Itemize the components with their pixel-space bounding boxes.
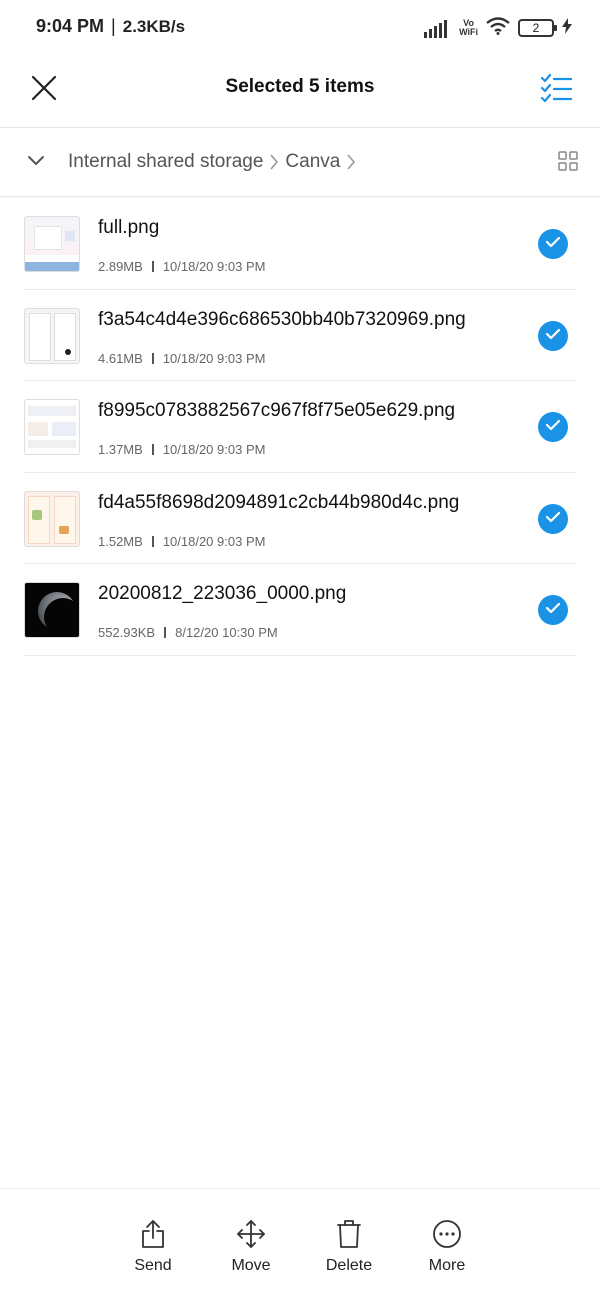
check-icon (545, 418, 561, 436)
file-meta: 2.89MB 10/18/20 9:03 PM (98, 259, 265, 274)
page-title: Selected 5 items (225, 76, 375, 97)
file-thumbnail (24, 307, 80, 364)
status-bar: 9:04 PM | 2.3KB/s Vo WiFi 2 (0, 0, 600, 56)
move-label: Move (231, 1257, 271, 1274)
send-button[interactable]: Send (113, 1217, 193, 1275)
list-item[interactable]: f3a54c4d4e396c686530bb40b7320969.png 4.6… (24, 290, 576, 382)
delete-button[interactable]: Delete (309, 1217, 389, 1275)
more-label: More (428, 1257, 466, 1274)
select-all-icon (540, 73, 573, 107)
vowifi-icon: Vo WiFi (459, 19, 478, 37)
checkbox-checked[interactable] (538, 229, 568, 259)
file-meta: 4.61MB 10/18/20 9:03 PM (98, 351, 265, 366)
chevron-right-icon (269, 153, 279, 171)
file-name: fd4a55f8698d2094891c2cb44b980d4c.png (98, 491, 460, 513)
vowifi-bottom-text: WiFi (459, 27, 478, 37)
checkbox-checked[interactable] (538, 503, 568, 534)
check-icon (545, 327, 561, 345)
file-size: 4.61MB (98, 350, 143, 366)
chevron-right-icon (346, 153, 356, 171)
breadcrumb-item-canva[interactable]: Canva (285, 151, 340, 173)
checkbox-checked[interactable] (538, 320, 568, 351)
file-meta: 1.52MB 10/18/20 9:03 PM (98, 534, 265, 549)
breadcrumb: Internal shared storage Canva (68, 151, 362, 173)
file-date: 10/18/20 9:03 PM (162, 442, 266, 458)
trash-icon (309, 1217, 389, 1251)
file-name: f3a54c4d4e396c686530bb40b7320969.png (98, 308, 466, 330)
file-name: 20200812_223036_0000.png (98, 583, 347, 605)
checkbox-checked[interactable] (538, 595, 568, 626)
move-icon (211, 1217, 291, 1251)
move-button[interactable]: Move (211, 1217, 291, 1275)
status-icons: Vo WiFi 2 (424, 15, 572, 41)
file-thumbnail (24, 216, 80, 272)
file-date: 10/18/20 9:03 PM (162, 259, 266, 274)
delete-label: Delete (325, 1257, 373, 1274)
action-bar: Send Move Delete More (0, 1188, 600, 1300)
file-date: 8/12/20 10:30 PM (175, 625, 278, 641)
select-all-button[interactable] (534, 68, 578, 112)
file-size: 2.89MB (98, 259, 143, 274)
status-time: 9:04 PM (36, 16, 105, 36)
file-size: 1.37MB (98, 442, 143, 458)
file-size: 1.52MB (98, 533, 143, 549)
breadcrumb-item-internal-storage[interactable]: Internal shared storage (68, 151, 263, 173)
file-name: f8995c0783882567c967f8f75e05e629.png (98, 400, 456, 422)
list-item[interactable]: full.png 2.89MB 10/18/20 9:03 PM (24, 198, 576, 290)
check-icon (545, 235, 561, 253)
more-button[interactable]: More (407, 1217, 487, 1275)
signal-icon (424, 18, 449, 38)
selection-toolbar: Selected 5 items (0, 56, 600, 128)
expand-path-button[interactable] (22, 149, 50, 177)
list-item[interactable]: 20200812_223036_0000.png 552.93KB 8/12/2… (24, 564, 576, 656)
send-label: Send (134, 1257, 172, 1274)
battery-level: 2 (532, 21, 540, 35)
status-left: 9:04 PM | 2.3KB/s (36, 16, 185, 37)
file-size: 552.93KB (98, 625, 156, 641)
charging-icon (562, 17, 572, 39)
file-thumbnail (24, 582, 80, 639)
list-item[interactable]: fd4a55f8698d2094891c2cb44b980d4c.png 1.5… (24, 473, 576, 565)
file-date: 10/18/20 9:03 PM (162, 533, 266, 549)
file-name: full.png (98, 217, 160, 238)
grid-icon (558, 150, 578, 176)
list-item[interactable]: f8995c0783882567c967f8f75e05e629.png 1.3… (24, 381, 576, 473)
file-thumbnail (24, 490, 80, 547)
battery-icon: 2 (518, 19, 557, 37)
status-separator: | (111, 16, 116, 36)
check-icon (545, 510, 561, 528)
chevron-down-icon (27, 154, 45, 172)
share-icon (113, 1217, 193, 1251)
file-thumbnail (24, 399, 80, 456)
breadcrumb-bar: Internal shared storage Canva (0, 129, 600, 197)
more-icon (407, 1217, 487, 1251)
wifi-icon (486, 16, 510, 40)
file-list: full.png 2.89MB 10/18/20 9:03 PM f3a54c4… (0, 198, 600, 656)
file-meta: 1.37MB 10/18/20 9:03 PM (98, 442, 265, 457)
network-speed: 2.3KB/s (122, 17, 186, 36)
file-meta: 552.93KB 8/12/20 10:30 PM (98, 625, 278, 640)
checkbox-checked[interactable] (538, 412, 568, 443)
grid-view-button[interactable] (556, 150, 580, 176)
check-icon (545, 601, 561, 619)
file-date: 10/18/20 9:03 PM (162, 350, 266, 366)
